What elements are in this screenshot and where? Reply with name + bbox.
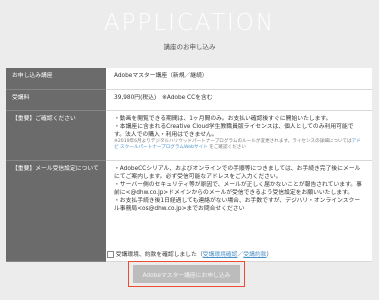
form-value-important-confirm: ・動画を閲覧できる期間は、1ヶ月間のみ。お支払い確認後すぐに開始いたします。 ・…	[106, 110, 372, 161]
notice-line: ・本講座に含まれるCreative Cloud学生教職員版ライセンスは、個人とし…	[114, 124, 354, 138]
form-row-important-confirm: 【重要】ご確認ください ・動画を閲覧できる期間は、1ヶ月間のみ。お支払い確認後す…	[6, 110, 372, 161]
notice-line: ・動画を閲覧できる期間は、1ヶ月間のみ。お支払い確認後すぐに開始いたします。	[114, 116, 332, 122]
page-title: APPLICATION	[103, 10, 276, 36]
submit-highlight: Adobeマスター講座にお申し込み	[128, 261, 245, 287]
agreement-row: 受講環境、約款を確認しました（受講環境確認／受講約款）	[0, 249, 379, 258]
agree-text: 受講環境、約款を確認しました（	[115, 252, 203, 258]
form-value-mail-settings: ・AdobeCCシリアル、およびオンラインでの手順等につきましては、お手続き完了…	[106, 160, 372, 262]
form-label-course: お申し込み講座	[6, 68, 106, 90]
application-form-table: お申し込み講座 Adobeマスター講座（新規／継続） 受講料 39,980円(税…	[6, 68, 372, 262]
form-label-mail-settings: 【重要】メール受信設定について	[6, 160, 106, 262]
terms-link[interactable]: 受講約款	[243, 252, 266, 258]
form-row-course: お申し込み講座 Adobeマスター講座（新規／継続）	[6, 68, 372, 90]
agree-close: ）	[266, 252, 273, 258]
form-row-mail-settings: 【重要】メール受信設定について ・AdobeCCシリアル、およびオンラインでの手…	[6, 160, 372, 262]
notice-note-text: ※2019年6月よりデジタルハリウッドパートナープログラムのルールが変更されます…	[114, 139, 352, 144]
form-label-important-confirm: 【重要】ご確認ください	[6, 110, 106, 161]
notice-note: ※2019年6月よりデジタルハリウッドパートナープログラムのルールが変更されます…	[114, 139, 364, 151]
page-subtitle: 講座のお申し込み	[163, 43, 216, 51]
notice-note-tail: をご確認ください	[207, 145, 246, 150]
submit-button[interactable]: Adobeマスター講座にお申し込み	[133, 265, 240, 283]
mail-notice-line: ・サーバー側のセキュリティ等が原因で、メールが正しく届かないことが報告されていま…	[114, 182, 362, 196]
form-label-fee: 受講料	[6, 89, 106, 111]
mail-notice-line: ・AdobeCCシリアル、およびオンラインでの手順等につきましては、お手続き完了…	[114, 166, 361, 180]
mail-notice-line: ・お支払手続き後1日経過しても連絡がない場合、お手数ですが、デジハリ・オンライン…	[114, 198, 361, 212]
form-value-fee: 39,980円(税込) ※Adobe CCを含む	[106, 89, 372, 111]
form-value-course: Adobeマスター講座（新規／継続）	[106, 68, 372, 90]
page-header: APPLICATION 講座のお申し込み	[0, 0, 379, 62]
agree-checkbox[interactable]	[106, 251, 114, 258]
environment-check-link[interactable]: 受講環境確認	[203, 252, 238, 258]
form-row-fee: 受講料 39,980円(税込) ※Adobe CCを含む	[6, 89, 372, 111]
